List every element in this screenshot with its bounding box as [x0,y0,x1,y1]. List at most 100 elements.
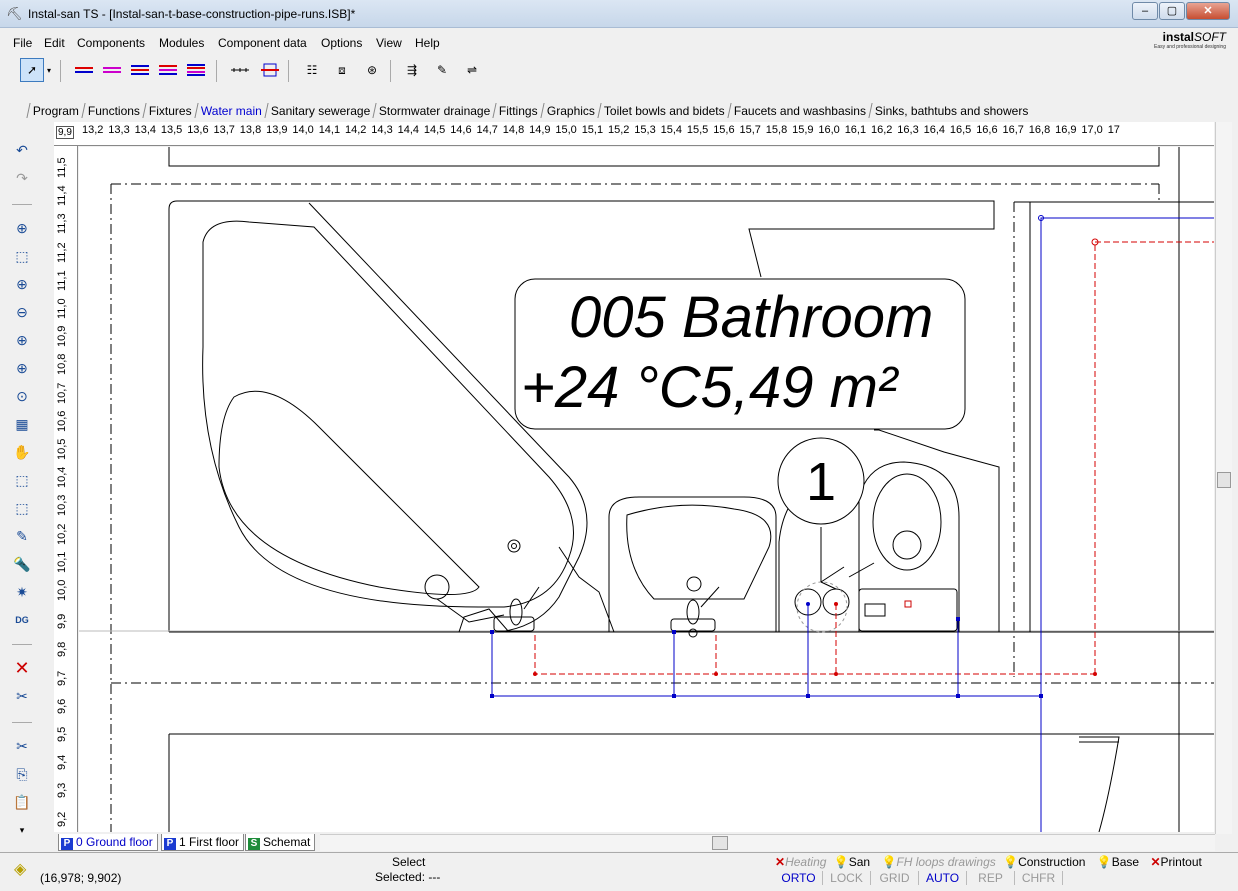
layer-base[interactable]: 💡Base [1097,855,1143,869]
vertical-scrollbar[interactable] [1215,122,1232,834]
flashlight-icon[interactable]: 🔦 [10,552,34,576]
select-arrow-icon[interactable]: ➚ [20,58,44,82]
h-ruler-tick: 14,4 [397,124,420,136]
ruler-tool-icon[interactable] [228,58,252,82]
menu-view[interactable]: View [376,36,402,50]
tab-sinks[interactable]: Sinks, bathtubs and showers [868,103,1034,118]
h-ruler-tick: 16,4 [923,124,946,136]
left-toolbar: ↶ ↷ ⊕ ⬚ ⊕ ⊖ ⊕ ⊕ ⊙ ▦ ✋ ⬚ ⬚ ✎ 🔦 ✷ DG ✕ ✂ ✂… [8,138,36,838]
current-mode: Select [392,855,426,869]
valve-tool-icon[interactable]: ⧈ [330,58,354,82]
minimize-button[interactable]: ‒ [1132,2,1158,20]
v-ruler-tick: 10,4 [56,466,68,489]
delete-icon[interactable]: ✕ [10,656,34,680]
flag-lock[interactable]: LOCK [823,871,871,885]
flag-rep[interactable]: REP [967,871,1015,885]
tab-stormwater-drainage[interactable]: Stormwater drainage [372,103,497,118]
tab-toilet-bowls[interactable]: Toilet bowls and bidets [597,103,731,118]
flag-chfr[interactable]: CHFR [1015,871,1063,885]
tab-water-main[interactable]: Water main [194,103,268,118]
h-ruler-tick: 13,5 [160,124,183,136]
flag-orto[interactable]: ORTO [775,871,823,885]
floor-plan-drawing[interactable]: 005 Bathroom +24 °C5,49 m² 1 [79,147,1214,832]
pipe-three-line-alt-icon[interactable] [156,58,180,82]
highlight-icon[interactable]: ✷ [10,580,34,604]
dg-icon[interactable]: DG [10,608,34,632]
tab-fixtures[interactable]: Fixtures [142,103,198,118]
tab-sanitary-sewerage[interactable]: Sanitary sewerage [264,103,376,118]
drawing-canvas[interactable]: 005 Bathroom +24 °C5,49 m² 1 [79,147,1214,832]
h-ruler-tick: 15,2 [608,124,630,136]
tab-graphics[interactable]: Graphics [540,103,601,118]
zoom-in-icon[interactable]: ⊕ [10,272,34,296]
floor-tab-first[interactable]: P1 First floor [161,834,245,851]
list-tool-icon[interactable]: ☷ [300,58,324,82]
h-ruler-tick: 15,9 [792,124,814,136]
logo-brand-b: SOFT [1194,30,1226,44]
zoom-previous-icon[interactable]: ⊙ [10,384,34,408]
floor-tab-schemat[interactable]: S Schemat [245,834,316,851]
h-ruler-tick: 16,9 [1055,124,1077,136]
break-icon[interactable]: ✂ [10,684,34,708]
snap-diamond-icon[interactable]: ◈ [14,859,26,879]
tab-fittings[interactable]: Fittings [492,103,544,118]
horizontal-ruler: 9,9 13,2 13,3 13,4 13,5 13,6 13,7 13,8 13,9 14,0… [54,122,1214,146]
floor-tab-ground[interactable]: P0 Ground floor [58,834,158,851]
maximize-button[interactable]: ▢ [1159,2,1185,20]
tab-functions[interactable]: Functions [81,103,146,118]
zoom-window-icon[interactable]: ⬚ [10,244,34,268]
section-tool-icon[interactable]: ⇶ [400,58,424,82]
menu-help[interactable]: Help [415,36,440,50]
flag-auto[interactable]: AUTO [919,871,967,885]
v-ruler-tick: 10,5 [56,438,68,460]
floor-badge-first: P [164,838,176,850]
auto-route-icon[interactable]: ✎ [430,58,454,82]
menu-file[interactable]: File [13,36,32,50]
menu-edit[interactable]: Edit [44,36,65,50]
riser-tool-icon[interactable] [258,58,282,82]
zoom-extents-icon[interactable]: ⊕ [10,356,34,380]
paste-icon[interactable]: 📋 [10,790,34,814]
menu-component-data[interactable]: Component data [218,36,307,50]
vertical-scroll-thumb[interactable] [1217,472,1231,488]
select-query-icon[interactable]: ⬚ [10,496,34,520]
layer-fh-loops[interactable]: 💡FH loops drawings [881,855,995,869]
layer-printout[interactable]: ✕Printout [1150,855,1205,869]
zoom-all-icon[interactable]: ⊕ [10,328,34,352]
properties-table-icon[interactable]: ▦ [10,412,34,436]
layer-heating[interactable]: ✕Heating [775,855,826,869]
h-ruler-tick: 13,6 [187,124,209,136]
copy-icon[interactable]: ⎘ [10,762,34,786]
more-tools-icon[interactable]: ▾ [10,818,34,842]
redo-icon[interactable]: ↷ [10,166,34,190]
layer-san[interactable]: 💡San [834,855,874,869]
menu-options[interactable]: Options [321,36,362,50]
pipe-three-line-icon[interactable] [128,58,152,82]
v-ruler-tick: 11,1 [56,270,68,291]
flag-grid[interactable]: GRID [871,871,919,885]
horizontal-scrollbar[interactable] [320,834,1215,851]
tab-program[interactable]: Program [26,103,85,118]
dropdown-arrow-icon[interactable]: ▾ [44,58,54,82]
h-ruler-tick: 15,7 [739,124,761,136]
horizontal-scroll-thumb[interactable] [712,836,728,850]
undo-icon[interactable]: ↶ [10,138,34,162]
pan-hand-icon[interactable]: ✋ [10,440,34,464]
pipe-magenta-icon[interactable] [100,58,124,82]
tab-faucets[interactable]: Faucets and washbasins [727,103,872,118]
cut-icon[interactable]: ✂ [10,734,34,758]
route-options-icon[interactable]: ⇌ [460,58,484,82]
zoom-out-icon[interactable]: ⊖ [10,300,34,324]
layer-construction[interactable]: 💡Construction [1003,855,1089,869]
pump-tool-icon[interactable]: ⊛ [360,58,384,82]
menu-components[interactable]: Components [77,36,145,50]
pipe-four-line-icon[interactable] [184,58,208,82]
close-button[interactable]: ✕ [1186,2,1230,20]
pipe-red-blue-icon[interactable] [72,58,96,82]
menu-modules[interactable]: Modules [159,36,204,50]
v-ruler-tick: 9,6 [56,698,68,714]
edit-pencil-icon[interactable]: ✎ [10,524,34,548]
select-window-icon[interactable]: ⬚ [10,468,34,492]
cursor-coordinates: (16,978; 9,902) [40,871,122,885]
zoom-icon[interactable]: ⊕ [10,216,34,240]
